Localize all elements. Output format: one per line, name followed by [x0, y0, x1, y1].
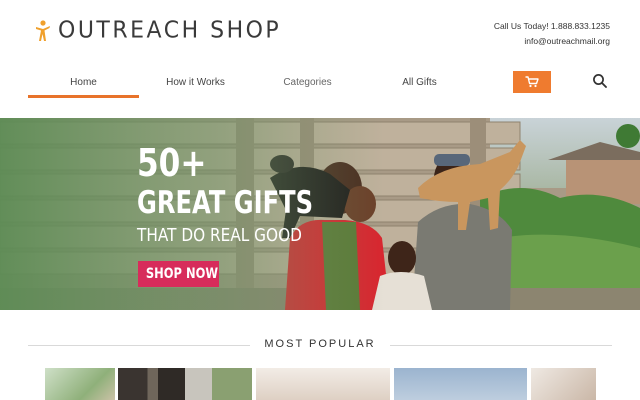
page: OUTREACH SHOP Call Us Today! 1.888.833.1…: [0, 0, 640, 400]
search-icon: [593, 74, 607, 88]
contact-info: Call Us Today! 1.888.833.1235 info@outre…: [494, 19, 610, 49]
hero-title-line2: GREAT GIFTS: [137, 185, 314, 221]
logo-text: OUTREACH SHOP: [58, 17, 282, 44]
popular-item-thumb[interactable]: [256, 368, 390, 400]
divider-right: [390, 345, 612, 346]
header: OUTREACH SHOP Call Us Today! 1.888.833.1…: [0, 0, 640, 60]
phone-text: Call Us Today! 1.888.833.1235: [493, 21, 610, 31]
nav-categories[interactable]: Categories: [252, 68, 363, 98]
popular-item-thumb[interactable]: [394, 368, 527, 400]
search-button[interactable]: [592, 73, 608, 89]
hero-headline: 50+ GREAT GIFTS THAT DO REAL GOOD: [137, 144, 363, 248]
hero-title-line1: 50+: [137, 141, 207, 185]
person-logo-icon: [36, 19, 50, 41]
most-popular-heading: MOST POPULAR: [264, 338, 376, 350]
popular-item-thumb[interactable]: [45, 368, 115, 400]
shop-now-label: SHOP NOW: [145, 266, 218, 282]
shop-now-button[interactable]: SHOP NOW: [138, 261, 219, 287]
nav-how-it-works[interactable]: How it Works: [140, 68, 251, 98]
popular-item-thumb[interactable]: [531, 368, 596, 400]
cart-button[interactable]: [513, 71, 551, 93]
logo[interactable]: OUTREACH SHOP: [34, 17, 282, 44]
hero-banner[interactable]: 50+ GREAT GIFTS THAT DO REAL GOOD SHOP N…: [0, 118, 640, 310]
popular-item-thumb[interactable]: [118, 368, 252, 400]
nav-home[interactable]: Home: [28, 68, 139, 98]
email-link[interactable]: info@outreachmail.org: [494, 34, 610, 49]
hero-subtitle: THAT DO REAL GOOD: [137, 225, 302, 246]
cart-icon: [525, 76, 539, 88]
nav-all-gifts[interactable]: All Gifts: [364, 68, 475, 98]
